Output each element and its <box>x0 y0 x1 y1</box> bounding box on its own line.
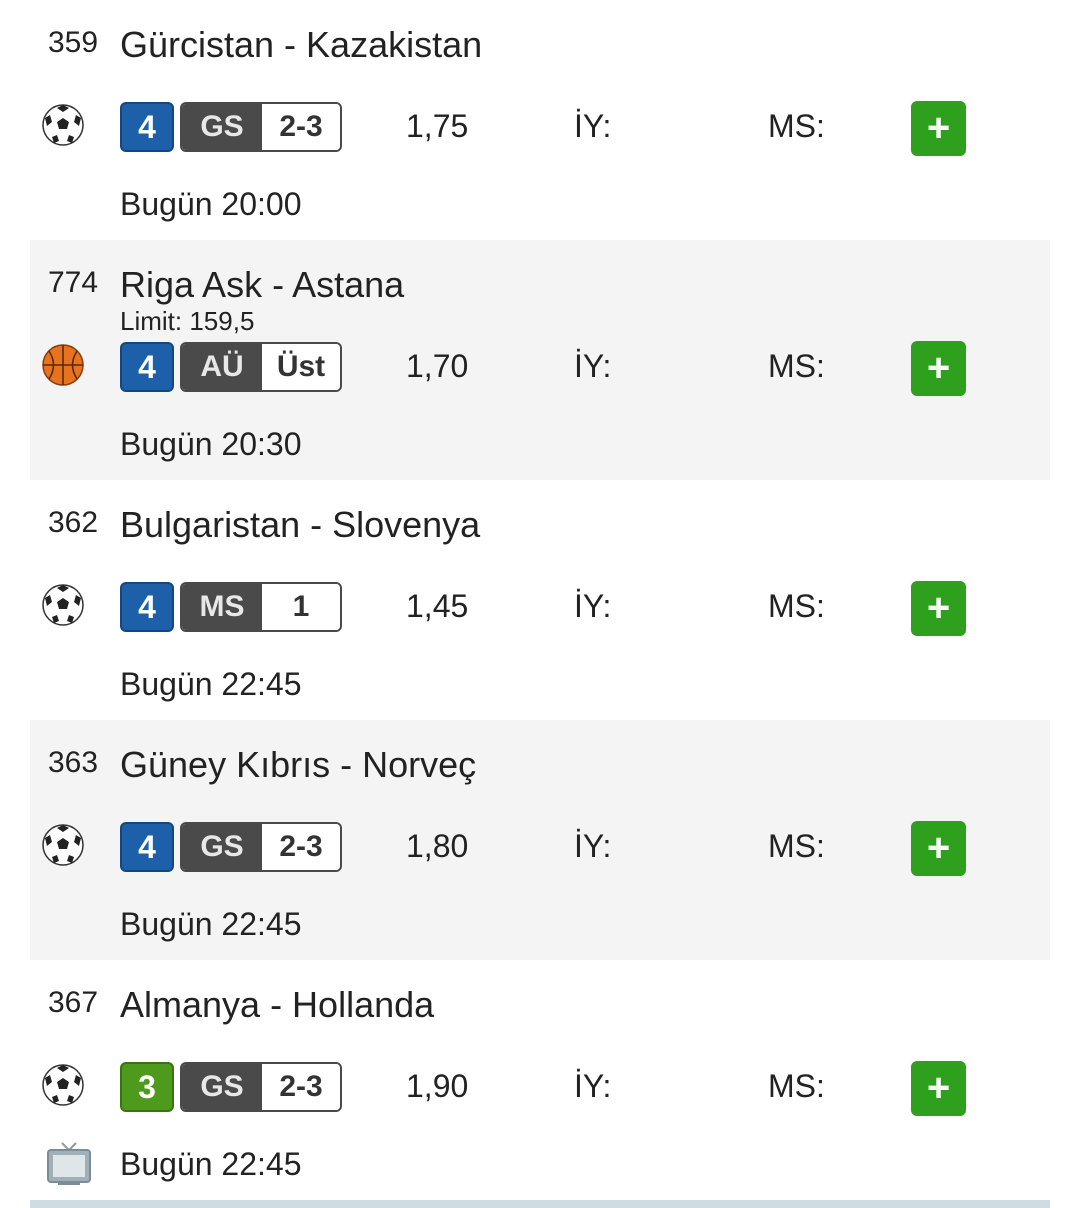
bet-pick: 2-3 <box>262 1064 340 1110</box>
match-code: 359 <box>48 26 99 59</box>
odd-value: 1,75 <box>406 108 469 144</box>
tv-icon[interactable] <box>46 1140 92 1186</box>
mbs-badge: 4 <box>120 822 174 872</box>
ms-label: MS: <box>768 1068 825 1104</box>
match-time: Bugün 20:00 <box>120 186 302 222</box>
match-code: 363 <box>48 746 99 779</box>
add-button[interactable]: + <box>911 101 966 156</box>
bet-pick: 2-3 <box>262 824 340 870</box>
mbs-badge: 4 <box>120 342 174 392</box>
match-code: 774 <box>48 266 99 299</box>
match-code: 362 <box>48 506 99 539</box>
odd-value: 1,70 <box>406 348 469 384</box>
match-row[interactable]: 359 Gürcistan - Kazakistan 4 GS 2-3 1,75… <box>30 0 1050 240</box>
match-row[interactable]: 363 Güney Kıbrıs - Norveç 4 GS 2-3 1,80 … <box>30 720 1050 960</box>
basketball-icon <box>42 344 84 386</box>
add-button[interactable]: + <box>911 1061 966 1116</box>
match-teams[interactable]: Bulgaristan - Slovenya <box>120 504 480 546</box>
list-bottom-divider <box>30 1200 1050 1208</box>
match-teams[interactable]: Riga Ask - Astana <box>120 264 404 306</box>
match-teams[interactable]: Gürcistan - Kazakistan <box>120 24 482 66</box>
match-teams[interactable]: Güney Kıbrıs - Norveç <box>120 744 476 786</box>
iy-label: İY: <box>574 588 612 624</box>
bet-pick: 1 <box>262 584 340 630</box>
bet-selection[interactable]: AÜ Üst <box>180 342 342 392</box>
football-icon <box>42 1064 84 1106</box>
match-code: 367 <box>48 986 99 1019</box>
bet-type: GS <box>182 824 262 870</box>
ms-label: MS: <box>768 348 825 384</box>
match-row[interactable]: 362 Bulgaristan - Slovenya 4 MS 1 1,45 İ… <box>30 480 1050 720</box>
match-time: Bugün 22:45 <box>120 906 302 942</box>
match-row[interactable]: 774 Riga Ask - Astana Limit: 159,5 4 AÜ … <box>30 240 1050 480</box>
bet-type: GS <box>182 104 262 150</box>
iy-label: İY: <box>574 108 612 144</box>
football-icon <box>42 584 84 626</box>
match-time: Bugün 22:45 <box>120 666 302 702</box>
odd-value: 1,80 <box>406 828 469 864</box>
bet-type: AÜ <box>182 344 262 390</box>
match-time: Bugün 20:30 <box>120 426 302 462</box>
odd-value: 1,45 <box>406 588 469 624</box>
match-limit: Limit: 159,5 <box>120 306 255 336</box>
match-teams[interactable]: Almanya - Hollanda <box>120 984 434 1026</box>
mbs-badge: 4 <box>120 582 174 632</box>
bet-selection[interactable]: GS 2-3 <box>180 822 342 872</box>
iy-label: İY: <box>574 348 612 384</box>
match-time: Bugün 22:45 <box>120 1146 302 1182</box>
iy-label: İY: <box>574 828 612 864</box>
bet-selection[interactable]: GS 2-3 <box>180 102 342 152</box>
bet-type: MS <box>182 584 262 630</box>
bet-selection[interactable]: GS 2-3 <box>180 1062 342 1112</box>
football-icon <box>42 824 84 866</box>
mbs-badge: 3 <box>120 1062 174 1112</box>
mbs-badge: 4 <box>120 102 174 152</box>
ms-label: MS: <box>768 588 825 624</box>
ms-label: MS: <box>768 108 825 144</box>
add-button[interactable]: + <box>911 341 966 396</box>
match-list: 359 Gürcistan - Kazakistan 4 GS 2-3 1,75… <box>30 0 1050 1200</box>
bet-pick: Üst <box>262 344 340 390</box>
ms-label: MS: <box>768 828 825 864</box>
odd-value: 1,90 <box>406 1068 469 1104</box>
football-icon <box>42 104 84 146</box>
add-button[interactable]: + <box>911 581 966 636</box>
bet-selection[interactable]: MS 1 <box>180 582 342 632</box>
match-row[interactable]: 367 Almanya - Hollanda 3 GS 2-3 1,90 İY:… <box>30 960 1050 1200</box>
add-button[interactable]: + <box>911 821 966 876</box>
bet-pick: 2-3 <box>262 104 340 150</box>
bet-type: GS <box>182 1064 262 1110</box>
iy-label: İY: <box>574 1068 612 1104</box>
